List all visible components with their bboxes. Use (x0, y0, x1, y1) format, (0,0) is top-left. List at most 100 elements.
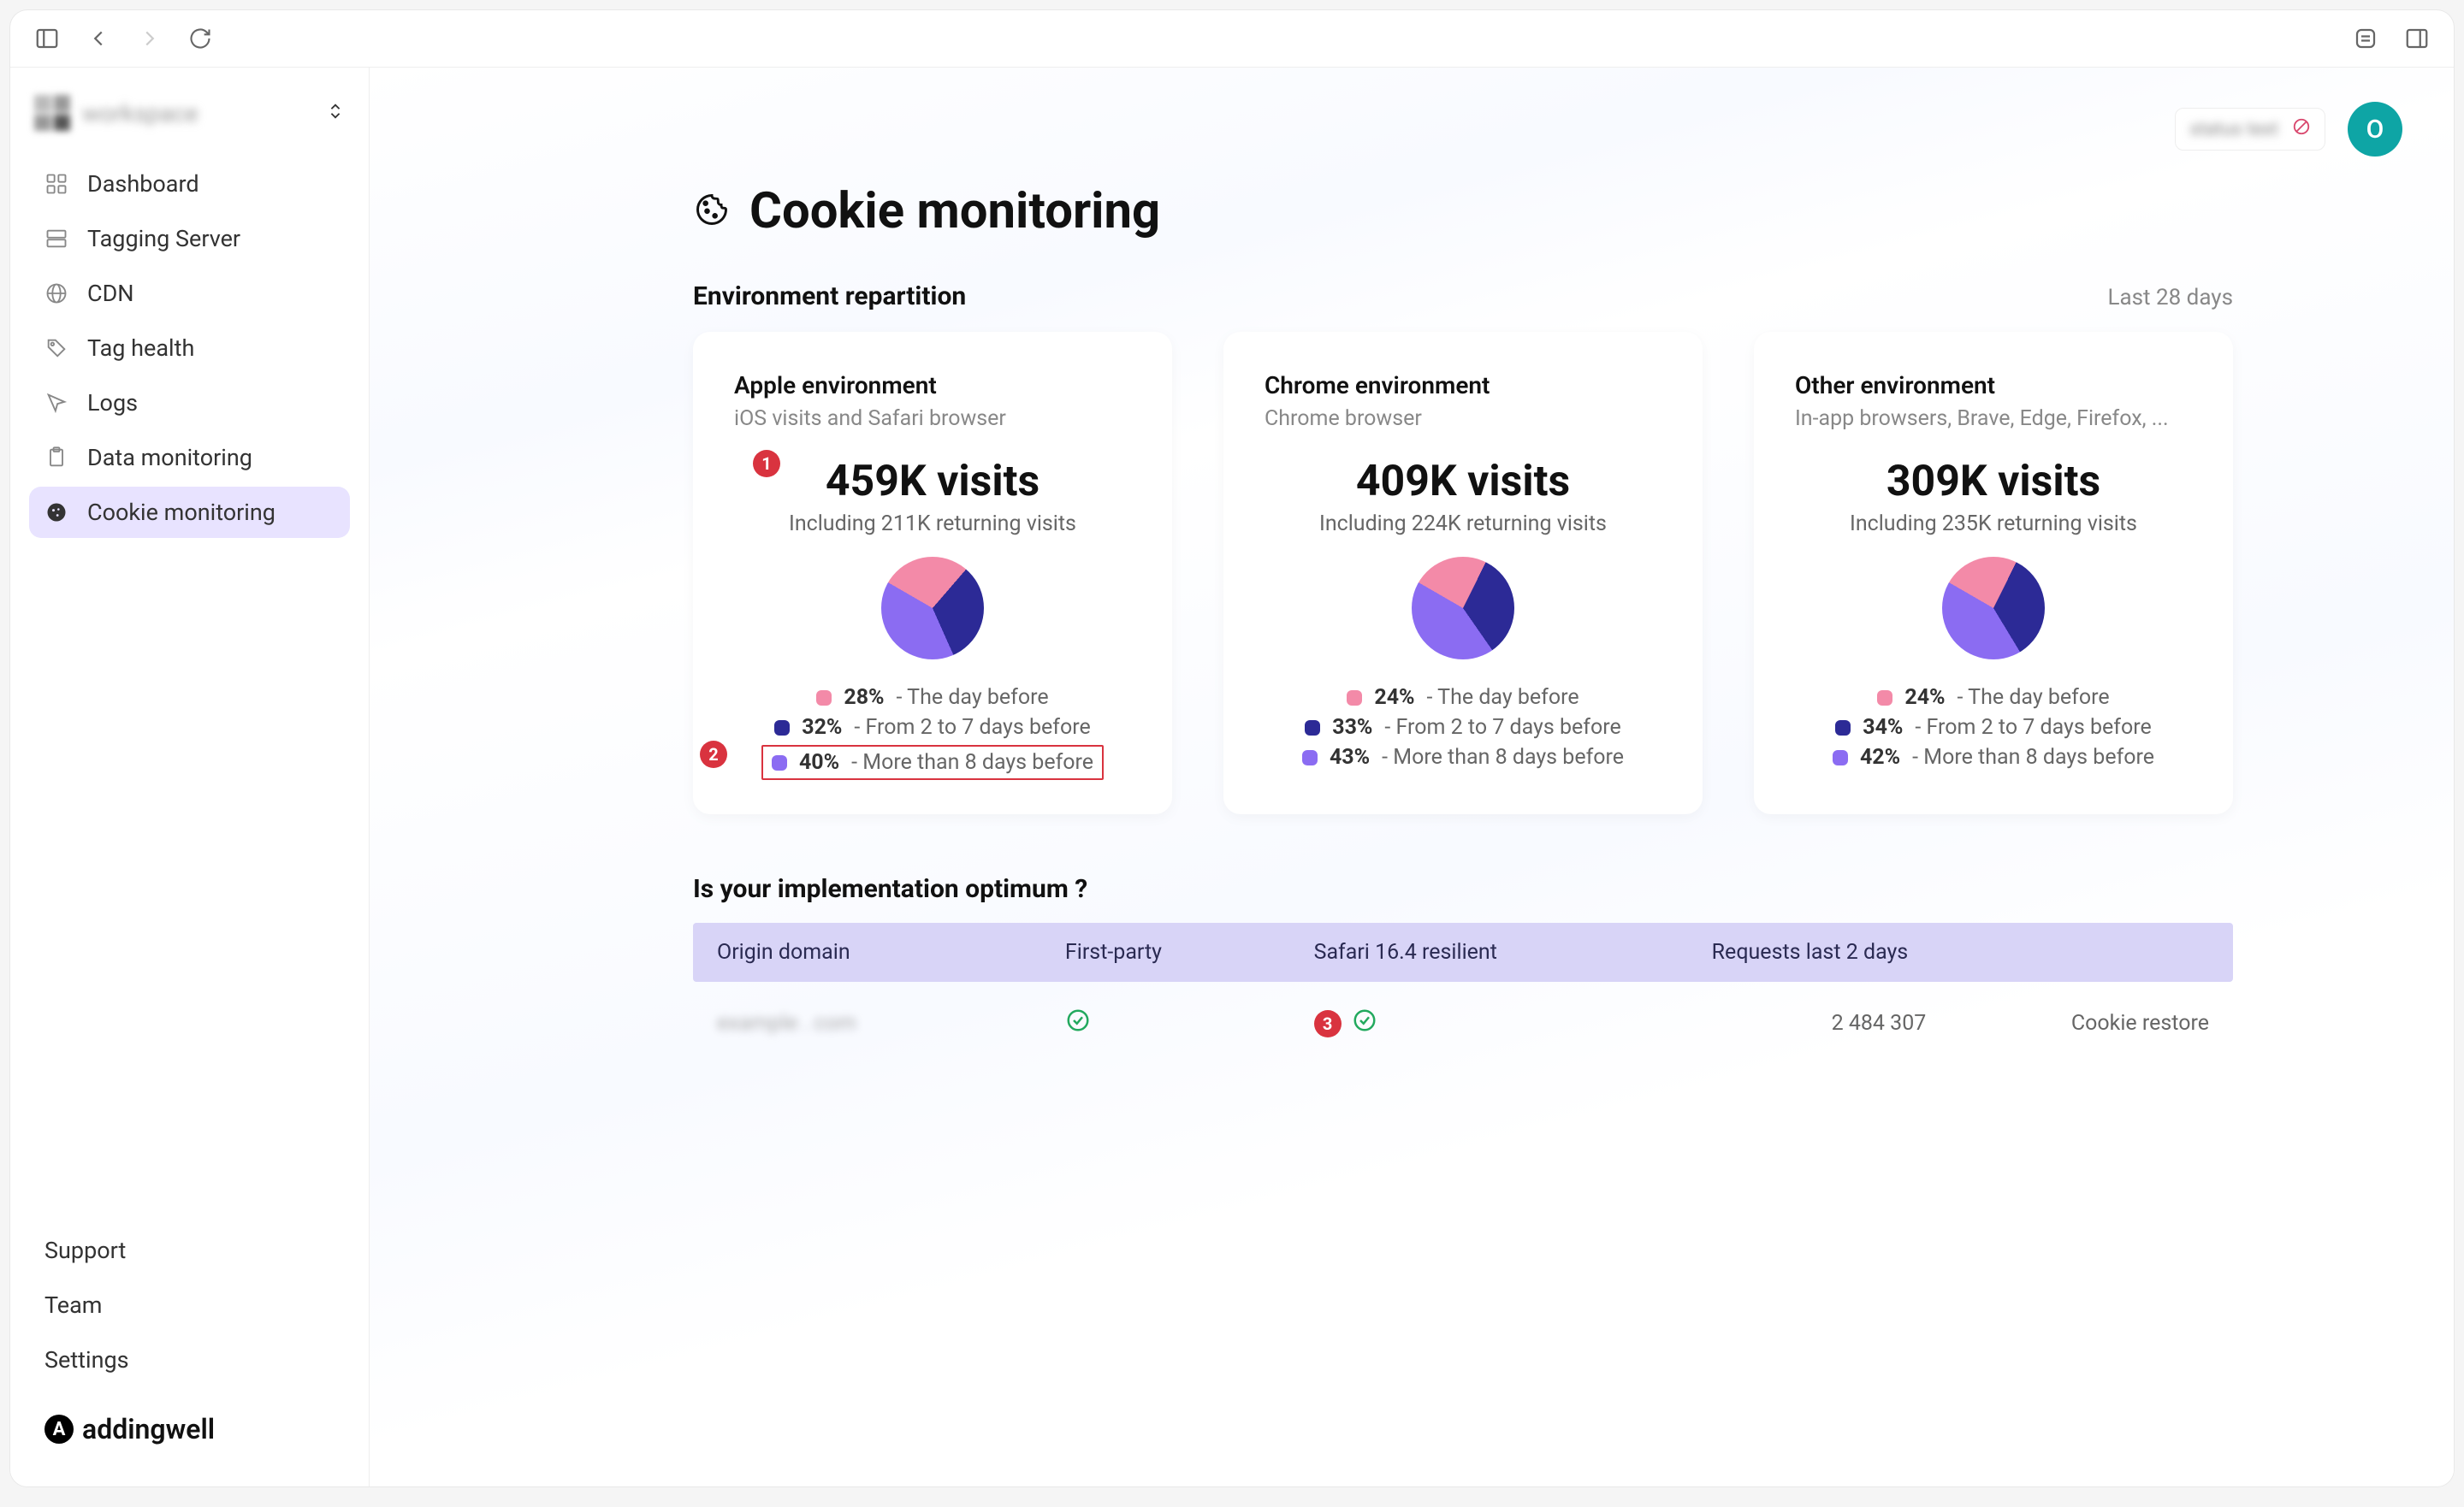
sidebar-item-logs[interactable]: Logs (29, 377, 350, 428)
legend-row: 34% - From 2 to 7 days before (1835, 715, 2151, 740)
page-title: Cookie monitoring (749, 182, 1160, 240)
section2-title: Is your implementation optimum ? (693, 874, 2233, 904)
legend-pct: 32% (802, 715, 842, 740)
sidebar-item-cdn[interactable]: CDN (29, 268, 350, 319)
legend-swatch (816, 690, 832, 706)
brand-icon: A (44, 1415, 74, 1444)
workspace-logo (34, 95, 70, 131)
annotation-badge-2: 2 (700, 741, 727, 768)
sidebar-item-cookie-monitoring[interactable]: Cookie monitoring (29, 487, 350, 538)
extensions-icon[interactable] (2353, 26, 2378, 51)
legend-swatch (1305, 720, 1320, 736)
legend-swatch (772, 755, 787, 771)
support-link[interactable]: Support (44, 1223, 335, 1278)
legend-swatch (1833, 750, 1848, 765)
card-sub: Chrome browser (1265, 406, 1661, 431)
card-stat-sub: Including 224K returning visits (1265, 511, 1661, 536)
sidebar-item-label: Dashboard (87, 170, 199, 198)
page-title-row: Cookie monitoring (693, 182, 2233, 240)
th-requests: Requests last 2 days (1712, 940, 1961, 965)
main-content: status text O Cookie monitoring Environm… (370, 68, 2454, 1486)
legend-pct: 40% (799, 750, 839, 775)
nav-list: Dashboard Tagging Server CDN Tag health … (10, 155, 369, 1223)
legend-swatch (1877, 690, 1892, 706)
environment-card: 1 2 Apple environment iOS visits and Safa… (693, 332, 1172, 814)
sidebar-item-label: Data monitoring (87, 444, 252, 471)
legend-pct: 33% (1332, 715, 1372, 740)
annotation-badge-3: 3 (1314, 1010, 1342, 1037)
topbar: status text O (421, 102, 2402, 157)
bottom-links: Support Team Settings (10, 1223, 369, 1398)
sidebar-item-tag-health[interactable]: Tag health (29, 322, 350, 374)
legend-label: - The day before (897, 685, 1049, 710)
th-first-party: First-party (1065, 940, 1314, 965)
legend-row: 43% - More than 8 days before (1302, 745, 1624, 770)
table-header: Origin domain First-party Safari 16.4 re… (693, 923, 2233, 982)
status-pill[interactable]: status text (2175, 108, 2325, 151)
th-origin: Origin domain (717, 940, 1065, 965)
legend-row: 28% - The day before (816, 685, 1048, 710)
pie-chart (1265, 557, 1661, 659)
cell-domain: example . com (717, 1011, 1065, 1036)
environment-card: Chrome environment Chrome browser 409K v… (1223, 332, 1703, 814)
cell-requests: 2 484 307 (1712, 1011, 1961, 1036)
server-icon (44, 227, 72, 251)
card-sub: In-app browsers, Brave, Edge, Firefox, .… (1795, 406, 2192, 431)
chevron-updown-icon (326, 99, 345, 127)
clipboard-icon (44, 446, 72, 470)
legend-pct: 24% (1904, 685, 1945, 710)
card-stat-sub: Including 235K returning visits (1795, 511, 2192, 536)
legend-row: 33% - From 2 to 7 days before (1305, 715, 1620, 740)
pie-chart (734, 557, 1131, 659)
team-link[interactable]: Team (44, 1278, 335, 1333)
legend-pct: 24% (1374, 685, 1414, 710)
sidebar-item-data-monitoring[interactable]: Data monitoring (29, 432, 350, 483)
globe-icon (44, 281, 72, 305)
sidebar-item-label: CDN (87, 280, 134, 307)
legend-pct: 28% (844, 685, 884, 710)
reload-icon[interactable] (188, 27, 212, 50)
cookie-icon (44, 500, 72, 524)
check-circle-icon (1352, 1008, 1377, 1039)
legend-swatch (1302, 750, 1318, 765)
denied-icon (2292, 117, 2311, 141)
legend-label: - From 2 to 7 days before (854, 715, 1090, 740)
legend-pct: 43% (1330, 745, 1370, 770)
card-stat: 409K visits (1265, 457, 1661, 506)
pie-chart (1795, 557, 2192, 659)
settings-link[interactable]: Settings (44, 1333, 335, 1387)
check-circle-icon (1065, 1014, 1091, 1039)
workspace-selector[interactable]: workspace (10, 85, 369, 155)
legend-row: 40% - More than 8 days before (761, 745, 1104, 780)
brand-label: addingwell (82, 1413, 215, 1445)
cell-action[interactable]: Cookie restore (1960, 1011, 2209, 1036)
card-title: Apple environment (734, 371, 1131, 399)
table-row: example . com 3 2 484 307 Cookie restore (693, 982, 2233, 1065)
legend: 24% - The day before 34% - From 2 to 7 d… (1795, 685, 2192, 770)
environment-card: Other environment In-app browsers, Brave… (1754, 332, 2233, 814)
card-stat: 309K visits (1795, 457, 2192, 506)
legend-label: - More than 8 days before (1382, 745, 1624, 770)
card-sub: iOS visits and Safari browser (734, 406, 1131, 431)
status-text: status text (2189, 119, 2278, 140)
back-icon[interactable] (86, 26, 111, 51)
sidebar-item-tagging-server[interactable]: Tagging Server (29, 213, 350, 264)
sidebar-toggle-icon[interactable] (34, 26, 60, 51)
annotation-badge-1: 1 (753, 450, 780, 477)
legend-pct: 42% (1860, 745, 1900, 770)
sidebar-item-label: Logs (87, 389, 138, 417)
sidebar-item-dashboard[interactable]: Dashboard (29, 158, 350, 210)
sidebar-item-label: Tag health (87, 334, 194, 362)
card-stat-sub: Including 211K returning visits (734, 511, 1131, 536)
sidebar-item-label: Cookie monitoring (87, 499, 275, 526)
legend-label: - From 2 to 7 days before (1384, 715, 1620, 740)
sidebar: workspace Dashboard Tagging Server CDN (10, 68, 370, 1486)
workspace-name: workspace (82, 99, 314, 127)
legend-row: 24% - The day before (1877, 685, 2109, 710)
avatar[interactable]: O (2348, 102, 2402, 157)
browser-toolbar (10, 10, 2454, 68)
section-title: Environment repartition (693, 281, 966, 311)
dashboard-icon (44, 172, 72, 196)
panel-right-icon[interactable] (2404, 26, 2430, 51)
legend-row: 42% - More than 8 days before (1833, 745, 2154, 770)
